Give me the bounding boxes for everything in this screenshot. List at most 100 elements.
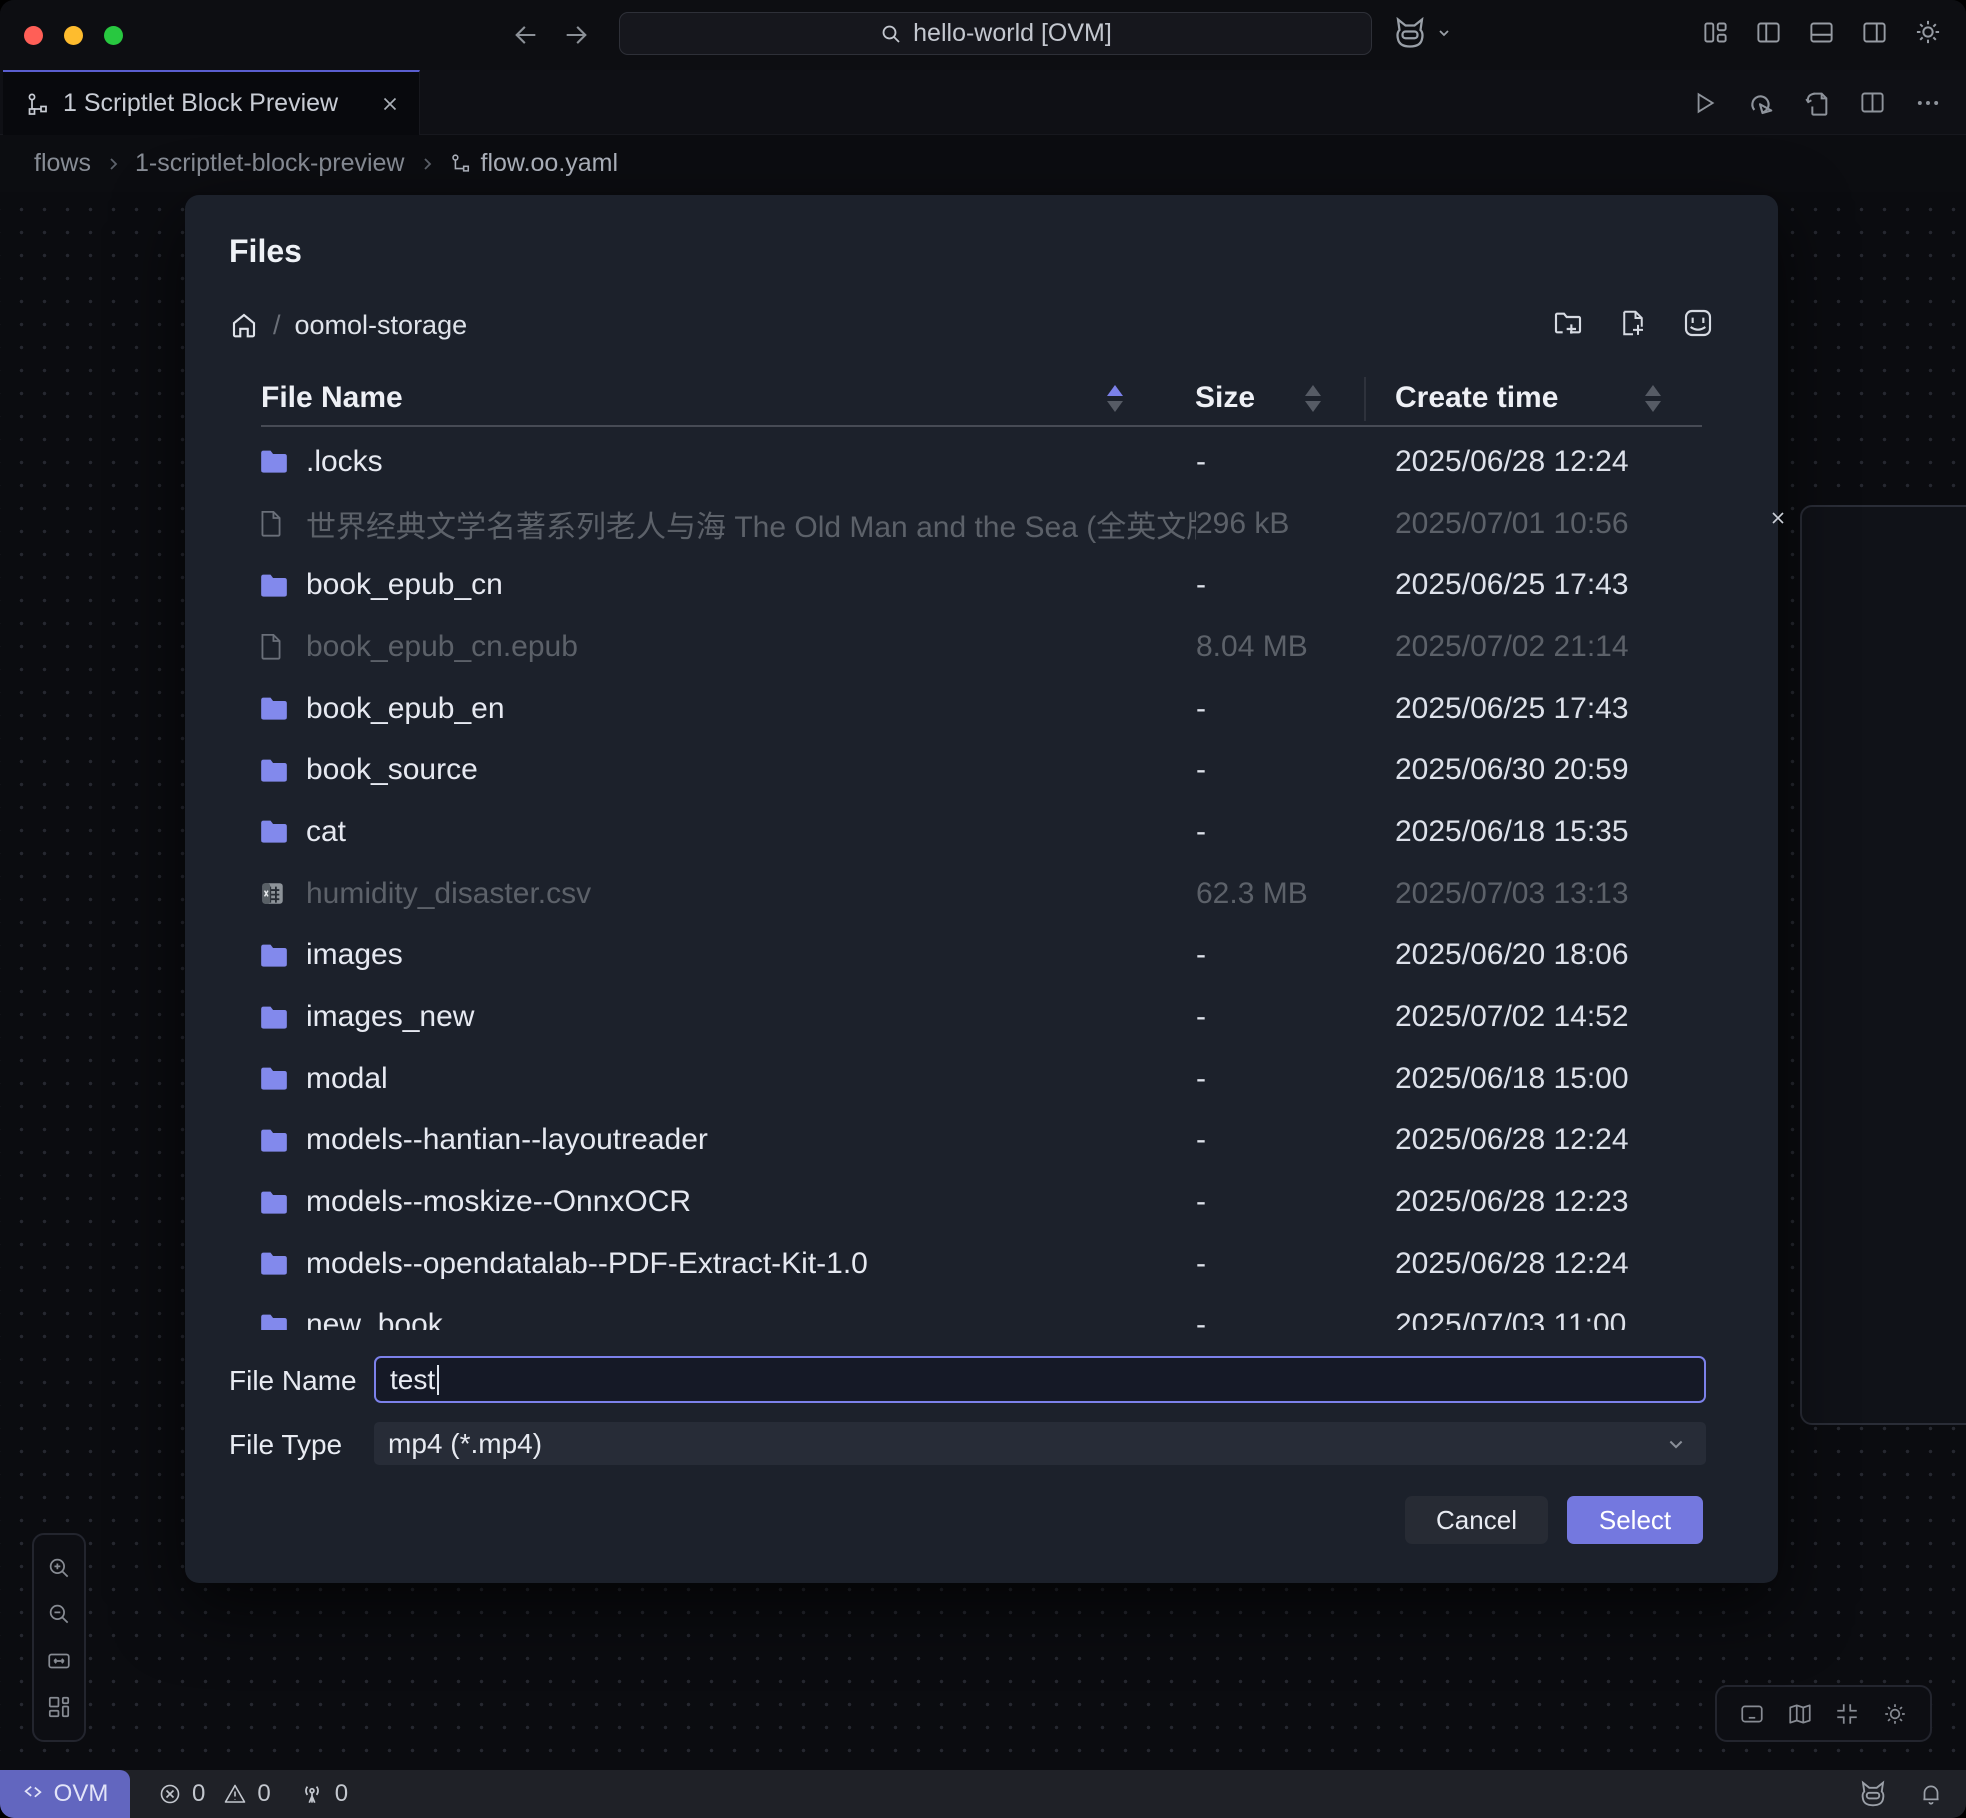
file-name-input[interactable]: test [374,1356,1706,1403]
file-created: 2025/07/02 21:14 [1395,630,1778,664]
fit-view-icon[interactable] [46,1648,72,1674]
ports-indicator[interactable]: 0 [299,1780,348,1808]
folder-icon [260,1313,306,1330]
column-header-file-name[interactable]: File Name [261,381,403,415]
back-arrow-icon[interactable] [512,21,540,49]
settings-gear-icon[interactable] [1914,18,1942,46]
toggle-secondary-sidebar-icon[interactable] [1861,19,1888,46]
file-name: modal [306,1062,1196,1096]
file-type-select[interactable]: mp4 (*.mp4) [374,1422,1706,1465]
dialog-title: Files [229,233,302,270]
file-type-label: File Type [229,1429,342,1461]
flow-icon [25,92,49,116]
file-size: - [1196,1185,1395,1219]
panel-close-icon[interactable] [1768,508,1788,528]
column-divider [1364,377,1366,421]
minimap-icon[interactable] [1787,1701,1813,1727]
rerun-flow-icon[interactable] [1745,88,1775,118]
file-row[interactable]: modal-2025/06/18 15:00 [185,1048,1778,1110]
breadcrumb-flows[interactable]: flows [34,149,91,178]
file-name: book_epub_cn [306,568,1196,602]
split-editor-icon[interactable] [1859,89,1886,116]
auto-layout-icon[interactable] [46,1694,72,1720]
canvas-settings-gear-icon[interactable] [1882,1701,1908,1727]
file-row[interactable]: book_epub_en-2025/06/25 17:43 [185,678,1778,740]
zoom-in-icon[interactable] [46,1555,72,1581]
column-header-size[interactable]: Size [1195,381,1255,415]
zoom-out-icon[interactable] [46,1601,72,1627]
file-row[interactable]: book_epub_cn-2025/06/25 17:43 [185,554,1778,616]
search-text: hello-world [OVM] [913,19,1112,48]
file-created: 2025/07/01 10:56 [1395,507,1778,541]
file-icon [260,633,306,660]
file-row: humidity_disaster.csv62.3 MB2025/07/03 1… [185,863,1778,925]
file-created: 2025/06/28 12:24 [1395,445,1778,479]
background-panel-edge [1800,505,1966,1425]
file-size: - [1196,1247,1395,1281]
file-created: 2025/06/25 17:43 [1395,568,1778,602]
collapse-view-icon[interactable] [1834,1701,1860,1727]
file-name: .locks [306,445,1196,479]
warning-icon [223,1782,247,1806]
chevron-down-icon [1666,1434,1686,1454]
new-file-icon[interactable] [1618,307,1648,339]
console-panel-icon[interactable] [1739,1701,1765,1727]
cancel-button[interactable]: Cancel [1405,1496,1548,1544]
command-center-search[interactable]: hello-world [OVM] [619,12,1372,55]
ovm-label: OVM [54,1780,109,1808]
files-dialog: Files / oomol-storage File Name Size [185,195,1778,1583]
file-row[interactable]: new_book-2025/07/03 11:00 [185,1295,1778,1330]
maximize-window-button[interactable] [104,26,123,45]
select-button[interactable]: Select [1567,1496,1703,1544]
file-row[interactable]: models--hantian--layoutreader-2025/06/28… [185,1110,1778,1172]
file-created: 2025/06/18 15:00 [1395,1062,1778,1096]
notifications-bell-icon[interactable] [1918,1781,1944,1807]
more-actions-icon[interactable] [1914,89,1942,117]
tab-scriptlet-block-preview[interactable]: 1 Scriptlet Block Preview [3,70,420,135]
header-divider [261,425,1702,427]
open-preview-icon[interactable] [1803,89,1831,117]
folder-icon [260,449,306,474]
port-count: 0 [335,1780,348,1808]
sort-asc-icon [1305,385,1321,396]
current-directory[interactable]: oomol-storage [295,310,468,341]
sort-control-size[interactable] [1305,385,1321,412]
breadcrumb-file[interactable]: flow.oo.yaml [481,149,619,178]
toggle-primary-sidebar-icon[interactable] [1755,19,1782,46]
file-row[interactable]: cat-2025/06/18 15:35 [185,801,1778,863]
file-row[interactable]: models--opendatalab--PDF-Extract-Kit-1.0… [185,1233,1778,1295]
file-size: 296 kB [1196,507,1395,541]
file-name: models--moskize--OnnxOCR [306,1185,1196,1219]
toggle-panel-icon[interactable] [1808,19,1835,46]
run-flow-icon[interactable] [1691,90,1717,116]
fox-icon[interactable] [1858,1779,1888,1809]
file-created: 2025/07/03 11:00 [1395,1308,1778,1330]
remote-icon [22,1783,44,1805]
file-row[interactable]: book_source-2025/06/30 20:59 [185,739,1778,801]
sort-control-create-time[interactable] [1645,385,1661,412]
home-icon[interactable] [229,310,259,340]
column-header-create-time[interactable]: Create time [1395,381,1558,415]
tab-close-icon[interactable] [379,93,401,115]
mascot-menu[interactable] [1392,15,1452,51]
file-name: new_book [306,1308,1196,1330]
file-row[interactable]: images_new-2025/07/02 14:52 [185,986,1778,1048]
file-row[interactable]: models--moskize--OnnxOCR-2025/06/28 12:2… [185,1171,1778,1233]
file-row[interactable]: .locks-2025/06/28 12:24 [185,431,1778,493]
folder-icon [260,1066,306,1091]
new-folder-icon[interactable] [1552,307,1584,339]
close-window-button[interactable] [24,26,43,45]
forward-arrow-icon[interactable] [562,21,590,49]
file-created: 2025/06/28 12:23 [1395,1185,1778,1219]
customize-layout-icon[interactable] [1702,19,1729,46]
minimize-window-button[interactable] [64,26,83,45]
file-created: 2025/07/03 13:13 [1395,877,1778,911]
reveal-in-finder-icon[interactable] [1682,307,1714,339]
file-row[interactable]: images-2025/06/20 18:06 [185,925,1778,987]
problems-indicator[interactable]: 0 0 [158,1780,271,1808]
sort-control-file-name[interactable] [1107,385,1123,412]
breadcrumb-folder[interactable]: 1-scriptlet-block-preview [135,149,405,178]
remote-ovm-badge[interactable]: OVM [0,1770,130,1818]
file-name-label: File Name [229,1365,357,1397]
file-size: 62.3 MB [1196,877,1395,911]
